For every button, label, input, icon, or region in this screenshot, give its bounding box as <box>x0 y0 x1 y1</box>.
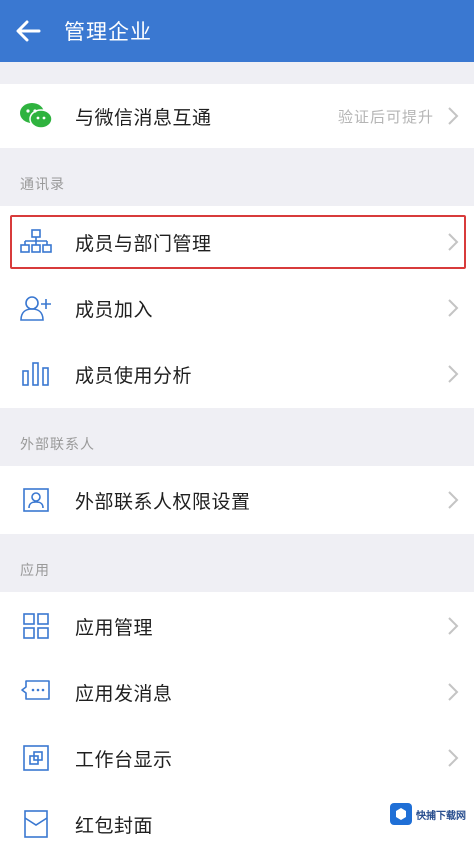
chevron-right-icon <box>447 490 459 510</box>
member-join-label: 成员加入 <box>75 298 154 321</box>
external-permissions-label: 外部联系人权限设置 <box>75 490 251 513</box>
wechat-interop-row[interactable]: 与微信消息互通 验证后可提升 <box>0 84 474 148</box>
chevron-right-icon <box>447 682 459 702</box>
app-management-row[interactable]: 应用管理 <box>0 593 474 659</box>
watermark: 快捕下载网 <box>390 800 470 828</box>
chevron-right-icon <box>447 298 459 318</box>
message-bubble-icon <box>19 675 53 709</box>
envelope-icon <box>19 807 53 841</box>
wechat-card: 与微信消息互通 验证后可提升 <box>0 84 474 148</box>
watermark-logo-icon <box>390 803 412 825</box>
section-title-contacts: 通讯录 <box>20 177 65 193</box>
section-title-apps: 应用 <box>20 563 50 579</box>
bar-chart-icon <box>19 357 53 391</box>
chevron-right-icon <box>447 748 459 768</box>
member-join-row[interactable]: 成员加入 <box>0 275 474 341</box>
member-usage-label: 成员使用分析 <box>75 364 193 387</box>
app-message-label: 应用发消息 <box>75 682 173 705</box>
workbench-icon <box>19 741 53 775</box>
watermark-text: 快捕下载网 <box>416 810 466 822</box>
chevron-right-icon <box>447 364 459 384</box>
back-button[interactable] <box>2 0 54 62</box>
member-usage-row[interactable]: 成员使用分析 <box>0 341 474 407</box>
page-title: 管理企业 <box>64 20 152 44</box>
grid-icon <box>19 609 53 643</box>
wechat-interop-label: 与微信消息互通 <box>75 106 212 129</box>
workbench-display-label: 工作台显示 <box>75 748 173 771</box>
workbench-display-row[interactable]: 工作台显示 <box>0 725 474 791</box>
app-management-label: 应用管理 <box>75 616 154 639</box>
external-permissions-row[interactable]: 外部联系人权限设置 <box>0 467 474 533</box>
add-user-icon <box>19 291 53 325</box>
red-packet-cover-label: 红包封面 <box>75 814 154 837</box>
highlight-box <box>10 215 466 269</box>
chevron-right-icon <box>447 616 459 636</box>
contact-card-icon <box>19 483 53 517</box>
wechat-interop-status: 验证后可提升 <box>337 107 434 126</box>
arrow-left-icon <box>16 20 41 42</box>
top-bar: 管理企业 <box>0 0 474 62</box>
section-title-external: 外部联系人 <box>20 437 95 453</box>
wechat-icon <box>19 99 53 133</box>
app-message-row[interactable]: 应用发消息 <box>0 659 474 725</box>
chevron-right-icon <box>447 106 459 126</box>
external-card: 外部联系人权限设置 <box>0 466 474 534</box>
